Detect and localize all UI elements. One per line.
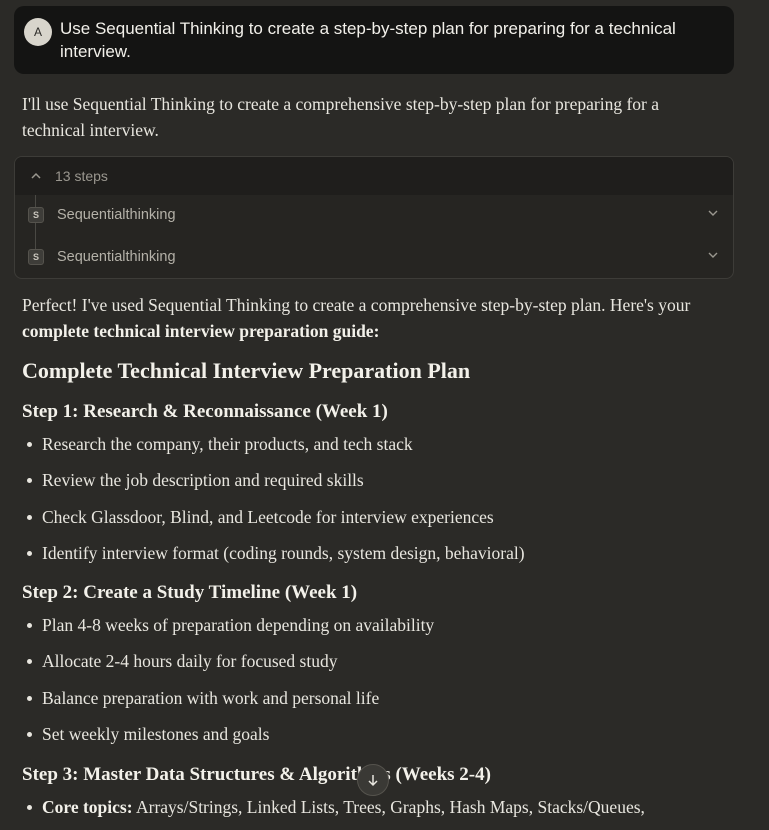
list-item: Review the job description and required … xyxy=(22,467,742,503)
step-list: Core topics: Arrays/Strings, Linked List… xyxy=(22,794,742,830)
user-message-text: Use Sequential Thinking to create a step… xyxy=(60,19,676,61)
list-item-text: Arrays/Strings, Linked Lists, Trees, Gra… xyxy=(132,797,645,817)
tool-call-name: Sequentialthinking xyxy=(57,207,176,223)
list-item: Set weekly milestones and goals xyxy=(22,721,742,757)
list-item: Research the company, their products, an… xyxy=(22,431,742,467)
tool-call-row[interactable]: S Sequentialthinking xyxy=(15,237,733,277)
list-item: Allocate 2-4 hours daily for focused stu… xyxy=(22,648,742,684)
summary-text: Perfect! I've used Sequential Thinking t… xyxy=(22,295,691,315)
tool-s-icon: S xyxy=(28,207,44,223)
tool-s-icon: S xyxy=(28,249,44,265)
arrow-down-icon xyxy=(368,775,378,787)
list-item-bold: Core topics: xyxy=(42,797,133,817)
summary-bold: complete technical interview preparation… xyxy=(22,321,380,341)
list-item: Plan 4-8 weeks of preparation depending … xyxy=(22,612,742,648)
user-message-bubble: A Use Sequential Thinking to create a st… xyxy=(14,6,734,74)
assistant-intro: I'll use Sequential Thinking to create a… xyxy=(22,94,659,140)
steps-toggle[interactable]: 13 steps xyxy=(15,157,733,195)
step-heading: Step 1: Research & Reconnaissance (Week … xyxy=(22,401,388,422)
list-item: Identify interview format (coding rounds… xyxy=(22,540,742,576)
step-heading: Step 3: Master Data Structures & Algorit… xyxy=(22,764,491,785)
list-item: Balance preparation with work and person… xyxy=(22,685,742,721)
tool-steps-panel: 13 steps S Sequentialthinking S Sequenti… xyxy=(14,156,734,279)
user-avatar[interactable]: A xyxy=(24,18,52,46)
chevron-up-icon xyxy=(31,172,41,179)
chevron-down-icon[interactable] xyxy=(707,207,719,219)
plan-title: Complete Technical Interview Preparation… xyxy=(22,358,471,383)
step-heading: Step 2: Create a Study Timeline (Week 1) xyxy=(22,582,358,603)
tool-call-name: Sequentialthinking xyxy=(57,249,176,265)
assistant-summary: Perfect! I've used Sequential Thinking t… xyxy=(22,292,722,344)
steps-count-label: 13 steps xyxy=(55,168,108,184)
list-item: Check Glassdoor, Blind, and Leetcode for… xyxy=(22,504,742,540)
step-list: Plan 4-8 weeks of preparation depending … xyxy=(22,612,742,757)
chevron-down-icon[interactable] xyxy=(707,249,719,261)
tool-call-row[interactable]: S Sequentialthinking xyxy=(15,195,733,235)
list-item: Core topics: Arrays/Strings, Linked List… xyxy=(22,794,742,830)
scroll-to-bottom-button[interactable] xyxy=(357,764,389,796)
step-list: Research the company, their products, an… xyxy=(22,431,742,576)
